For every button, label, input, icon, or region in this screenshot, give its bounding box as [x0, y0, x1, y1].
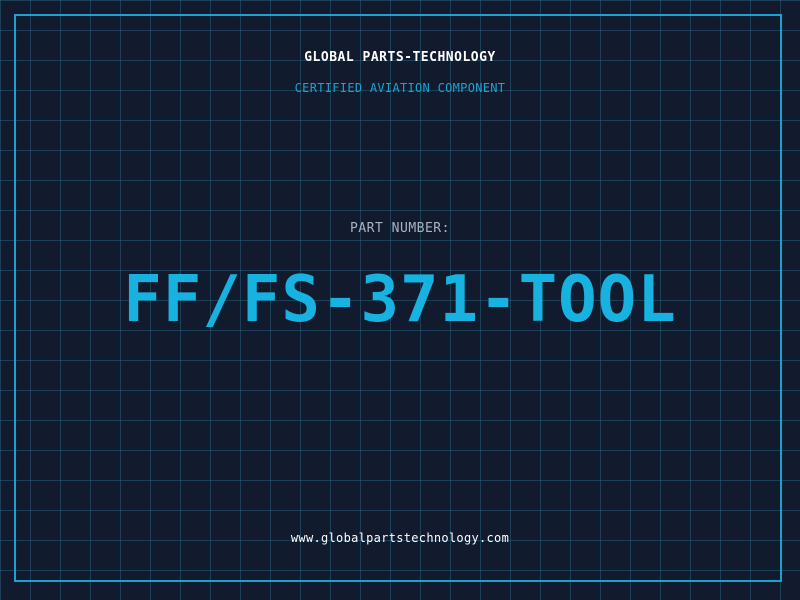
part-number: FF/FS-371-TOOL — [123, 263, 677, 337]
website-url: www.globalpartstechnology.com — [290, 531, 510, 545]
part-number-label: PART NUMBER: — [350, 221, 450, 236]
company-name: GLOBAL PARTS-TECHNOLOGY — [304, 50, 496, 65]
part-card: GLOBAL PARTS-TECHNOLOGY CERTIFIED AVIATI… — [0, 0, 800, 600]
tagline: CERTIFIED AVIATION COMPONENT — [294, 81, 506, 95]
